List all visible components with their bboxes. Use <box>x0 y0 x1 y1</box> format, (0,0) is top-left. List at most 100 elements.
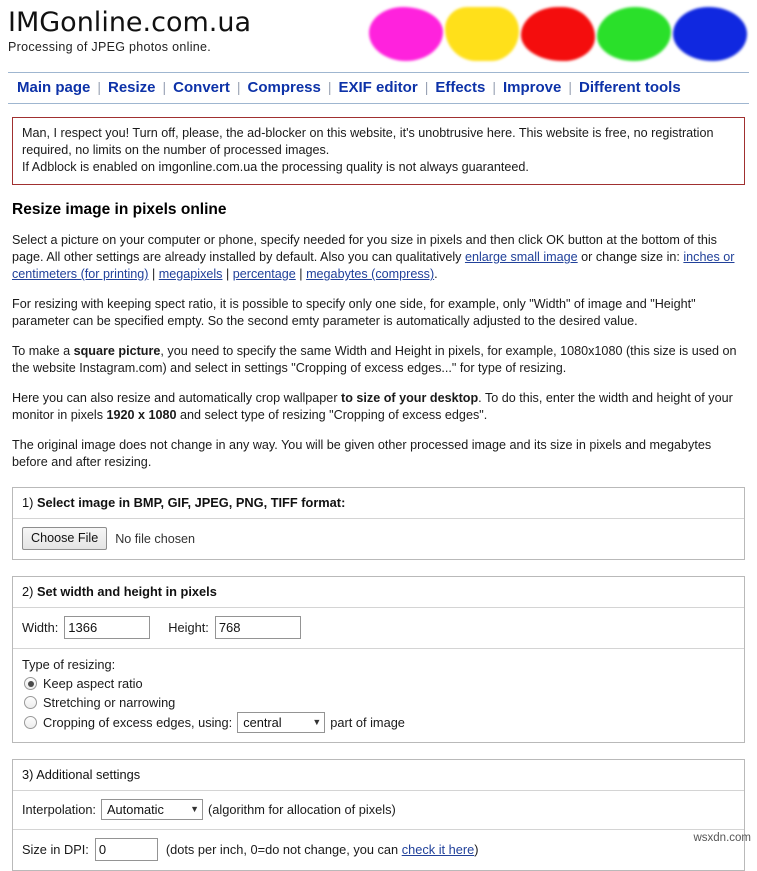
dpi-hint-text-b: ) <box>474 842 479 857</box>
nav-separator: | <box>236 79 241 95</box>
section3-number: 3) <box>22 767 34 782</box>
logo-blob-green <box>597 7 671 61</box>
section2-size-row: Width: Height: <box>13 607 744 648</box>
section-select-image: 1) Select image in BMP, GIF, JPEG, PNG, … <box>12 487 745 560</box>
brand: IMGonline.com.ua Processing of JPEG phot… <box>8 6 251 55</box>
section2-number: 2) <box>22 584 34 599</box>
radio-icon-cropping-of-excess-edges[interactable] <box>24 716 37 729</box>
nav-separator: | <box>162 79 167 95</box>
dpi-input[interactable] <box>94 838 158 861</box>
site-header: IMGonline.com.ua Processing of JPEG phot… <box>8 6 749 70</box>
logo-blob-magenta <box>369 7 443 61</box>
intro-paragraph-5: The original image does not change in an… <box>12 438 712 469</box>
interpolation-label: Interpolation: <box>22 802 96 817</box>
crop-part-suffix-label: part of image <box>330 715 405 730</box>
dpi-label: Size in DPI: <box>22 842 89 857</box>
nav-item-effects[interactable]: Effects <box>435 79 485 96</box>
radio-label-cropping-of-excess-edges: Cropping of excess edges, using: <box>43 715 233 730</box>
intro-sep-3: | <box>295 267 307 281</box>
nav-item-exif-editor[interactable]: EXIF editor <box>339 79 418 96</box>
crop-part-select[interactable]: central ▼ <box>237 712 326 733</box>
dpi-hint-text-a: (dots per inch, 0=do not change, you can <box>165 842 402 857</box>
link-megapixels[interactable]: megapixels <box>159 267 223 281</box>
intro-sep-2: | <box>222 267 233 281</box>
section3-title: 3) Additional settings <box>13 760 744 790</box>
interpolation-hint: (algorithm for allocation of pixels) <box>208 802 396 817</box>
desktop-size-emphasis: to size of your desktop <box>341 391 479 405</box>
nav-separator: | <box>327 79 332 95</box>
desktop-text-c: and select type of resizing "Cropping of… <box>176 408 488 422</box>
desktop-text-a: Here you can also resize and automatical… <box>12 391 342 405</box>
logo-color-blobs <box>369 7 747 61</box>
main-navigation: Main page | Resize | Convert | Compress … <box>8 72 749 104</box>
adblock-notice-line2: If Adblock is enabled on imgonline.com.u… <box>22 160 529 174</box>
nav-separator: | <box>424 79 429 95</box>
width-input[interactable] <box>64 616 151 639</box>
section1-number: 1) <box>22 495 34 510</box>
section1-title: 1) Select image in BMP, GIF, JPEG, PNG, … <box>13 488 744 518</box>
section1-heading: Select image in BMP, GIF, JPEG, PNG, TIF… <box>36 495 346 510</box>
logo-blob-blue <box>673 7 747 61</box>
section3-dpi-row: Size in DPI: (dots per inch, 0=do not ch… <box>13 829 744 870</box>
radio-icon-stretching-or-narrowing[interactable] <box>24 696 37 709</box>
intro-sep-1: | <box>148 267 159 281</box>
square-picture-emphasis: square picture <box>73 344 161 358</box>
adblock-notice: Man, I respect you! Turn off, please, th… <box>12 117 745 185</box>
page-title: Resize image in pixels online <box>12 201 227 218</box>
nav-item-main-page[interactable]: Main page <box>17 79 90 96</box>
page-container: IMGonline.com.ua Processing of JPEG phot… <box>0 0 757 871</box>
nav-item-compress[interactable]: Compress <box>248 79 321 96</box>
section2-title: 2) Set width and height in pixels <box>13 577 744 607</box>
section-additional-settings: 3) Additional settings Interpolation: Au… <box>12 759 745 871</box>
radio-icon-keep-aspect-ratio[interactable] <box>24 677 37 690</box>
adblock-notice-line1: Man, I respect you! Turn off, please, th… <box>22 126 714 157</box>
section3-interpolation-row: Interpolation: Automatic ▼ (algorithm fo… <box>13 790 744 829</box>
interpolation-selected-value: Automatic <box>107 802 164 817</box>
link-check-it-here[interactable]: check it here <box>402 842 475 857</box>
square-text-a: To make a <box>12 344 74 358</box>
section-width-height: 2) Set width and height in pixels Width:… <box>12 576 745 743</box>
radio-option-keep-aspect-ratio[interactable]: Keep aspect ratio <box>24 674 735 693</box>
chevron-down-icon: ▼ <box>190 804 199 814</box>
radio-option-stretching-or-narrowing[interactable]: Stretching or narrowing <box>24 693 735 712</box>
section3-heading: Additional settings <box>36 767 141 782</box>
chevron-down-icon: ▼ <box>312 717 322 727</box>
width-label: Width: <box>22 620 59 635</box>
link-percentage[interactable]: percentage <box>233 267 296 281</box>
resize-type-radio-group: Keep aspect ratio Stretching or narrowin… <box>22 674 735 733</box>
logo-blob-red <box>521 7 595 61</box>
nav-item-improve[interactable]: Improve <box>503 79 561 96</box>
logo-blob-yellow <box>445 7 519 61</box>
site-title: IMGonline.com.ua <box>8 7 252 38</box>
section2-resize-type-row: Type of resizing: Keep aspect ratio Stre… <box>13 648 744 742</box>
nav-separator: | <box>97 79 101 95</box>
site-tagline: Processing of JPEG photos online. <box>8 40 212 54</box>
intro-paragraph-2: For resizing with keeping spect ratio, i… <box>12 297 696 328</box>
intro-text-b: or change size in: <box>577 250 684 264</box>
nav-item-convert[interactable]: Convert <box>173 79 230 96</box>
nav-item-resize[interactable]: Resize <box>108 79 156 96</box>
section2-heading: Set width and height in pixels <box>36 584 217 599</box>
intro-paragraph-3: To make a square picture, you need to sp… <box>12 343 745 377</box>
monitor-resolution-emphasis: 1920 x 1080 <box>106 408 177 422</box>
link-enlarge-small-image[interactable]: enlarge small image <box>465 250 578 264</box>
nav-list: Main page | Resize | Convert | Compress … <box>8 79 749 96</box>
dpi-hint: (dots per inch, 0=do not change, you can… <box>166 842 479 857</box>
file-status-label: No file chosen <box>115 531 196 546</box>
intro-paragraph-1: Select a picture on your computer or pho… <box>12 232 745 283</box>
crop-part-selected-value: central <box>243 715 282 730</box>
height-label: Height: <box>168 620 209 635</box>
link-megabytes-compress[interactable]: megabytes (compress) <box>306 267 434 281</box>
interpolation-select[interactable]: Automatic ▼ <box>101 799 203 820</box>
type-of-resizing-label: Type of resizing: <box>22 657 116 672</box>
radio-option-cropping-of-excess-edges[interactable]: Cropping of excess edges, using: central… <box>24 712 735 733</box>
watermark: wsxdn.com <box>693 832 751 844</box>
choose-file-button[interactable]: Choose File <box>22 527 108 550</box>
intro-paragraph-4: Here you can also resize and automatical… <box>12 390 745 424</box>
radio-label-stretching-or-narrowing: Stretching or narrowing <box>43 695 176 710</box>
nav-separator: | <box>492 79 496 95</box>
radio-label-keep-aspect-ratio: Keep aspect ratio <box>43 676 143 691</box>
section1-file-row: Choose File No file chosen <box>13 518 744 559</box>
height-input[interactable] <box>214 616 301 639</box>
nav-item-different-tools[interactable]: Different tools <box>579 79 681 96</box>
